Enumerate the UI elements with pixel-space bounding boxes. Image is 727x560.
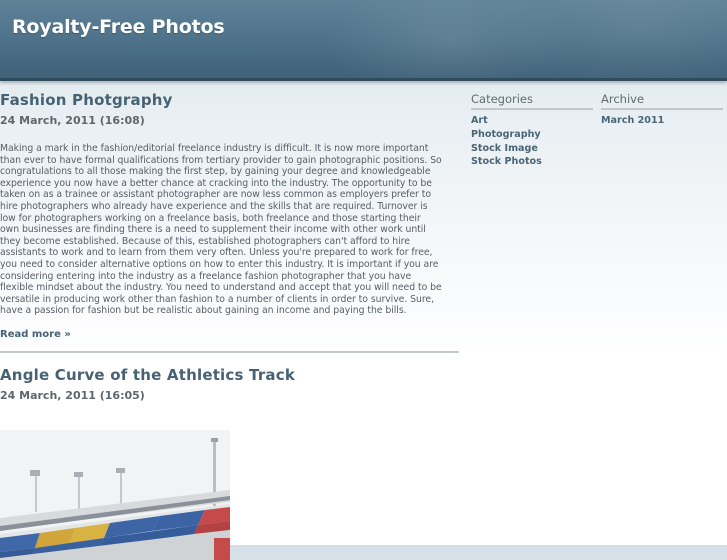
archive-link-march-2011[interactable]: March 2011: [601, 115, 664, 126]
post-body-line: flexible mindset about the industry. You…: [0, 282, 442, 294]
post-body-line: versatile in producing work other than f…: [0, 293, 434, 305]
post: Angle Curve of the Athletics Track 24 Ma…: [0, 365, 460, 560]
list-item: Photography: [471, 128, 593, 142]
post: Fashion Photgraphy 24 March, 2011 (16:08…: [0, 90, 460, 341]
category-link-stock-photos[interactable]: Stock Photos: [471, 156, 542, 167]
post-body-line: own businesses are finding there is a ne…: [0, 224, 426, 236]
post-body-line: than ever to have formal qualifications …: [0, 154, 442, 166]
post-body-line: Making a mark in the fashion/editorial f…: [0, 143, 429, 154]
categories-list: Art Photography Stock Image Stock Photos: [471, 114, 593, 169]
read-more-link[interactable]: Read more »: [0, 329, 71, 340]
category-link-art[interactable]: Art: [471, 115, 488, 126]
post-body-line: hire photographers who already have expe…: [0, 200, 428, 212]
archive-widget: Archive March 2011: [601, 92, 723, 128]
category-link-stock-image[interactable]: Stock Image: [471, 143, 538, 154]
post-body-line: they become established. Because of this…: [0, 235, 410, 247]
categories-title: Categories: [471, 92, 593, 110]
post-divider: [0, 350, 459, 353]
list-item: Stock Image: [471, 142, 593, 156]
stadium-photo[interactable]: [0, 429, 230, 560]
site-header: Royalty-Free Photos: [0, 0, 727, 81]
post-title[interactable]: Angle Curve of the Athletics Track: [0, 365, 460, 385]
list-item: Art: [471, 114, 593, 128]
post-body-line: you need to consider alternative options…: [0, 258, 439, 270]
post-date: 24 March, 2011 (16:05): [0, 388, 145, 402]
post-body-line: considering entering into the industry a…: [0, 270, 412, 282]
post-body-line: low for photographers working on a freel…: [0, 212, 421, 224]
stadium-photo-illustration: [0, 429, 230, 560]
post-body-line: experience you now have a better chance …: [0, 177, 432, 189]
post-body-line: taken on as a trainee or assistant photo…: [0, 189, 431, 201]
post-title[interactable]: Fashion Photgraphy: [0, 90, 460, 110]
post-body-line: assistants to work and to learn from the…: [0, 247, 433, 259]
list-item: March 2011: [601, 114, 723, 128]
list-item: Stock Photos: [471, 155, 593, 169]
post-body: Making a mark in the fashion/editorial f…: [0, 143, 460, 317]
post-body-line: congratulations to all those making the …: [0, 166, 431, 178]
main-content: Fashion Photgraphy 24 March, 2011 (16:08…: [0, 90, 460, 560]
archive-title: Archive: [601, 92, 723, 110]
site-title-link[interactable]: Royalty-Free Photos: [12, 16, 225, 38]
post-date: 24 March, 2011 (16:08): [0, 114, 145, 127]
category-link-photography[interactable]: Photography: [471, 129, 541, 140]
post-body-line: have a passion for fashion but be realis…: [0, 305, 407, 317]
categories-widget: Categories Art Photography Stock Image S…: [471, 92, 593, 169]
archive-list: March 2011: [601, 114, 723, 128]
